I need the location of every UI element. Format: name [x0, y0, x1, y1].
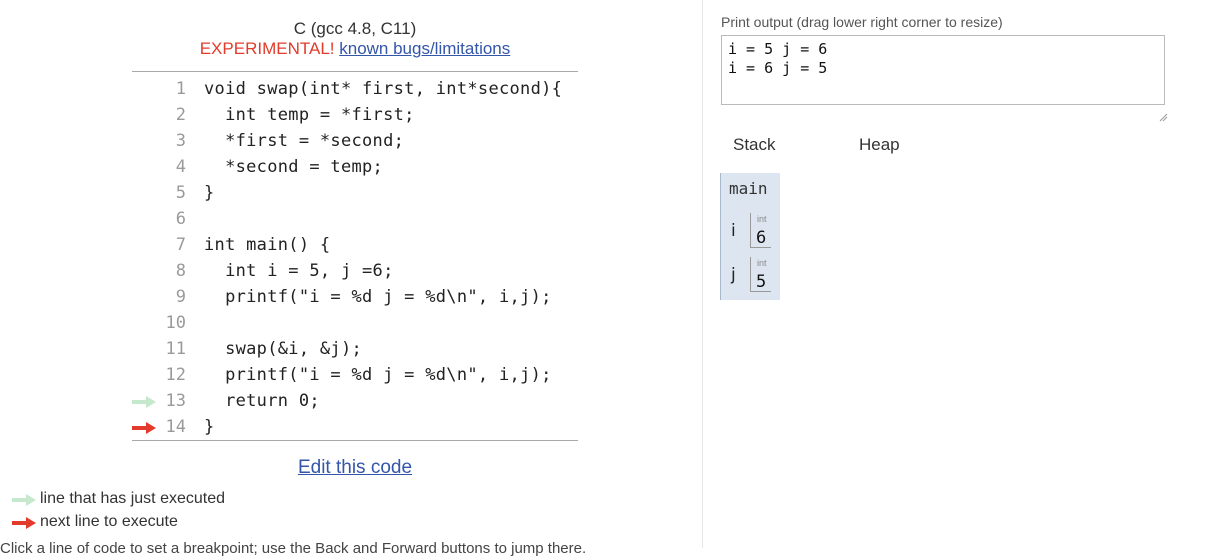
- green-arrow-icon: [12, 494, 36, 506]
- line-number: 13: [165, 391, 186, 411]
- code-text: int temp = *first;: [204, 105, 415, 125]
- code-text: int main() {: [204, 235, 331, 255]
- code-text: *first = *second;: [204, 131, 405, 151]
- line-number: 11: [165, 339, 186, 359]
- frame-name: main: [729, 179, 768, 198]
- code-line[interactable]: 5 }: [132, 180, 578, 206]
- line-number: 2: [175, 105, 186, 125]
- code-text: printf("i = %d j = %d\n", i,j);: [204, 365, 552, 385]
- var-type: int: [757, 214, 767, 224]
- legend-executed-label: line that has just executed: [40, 490, 226, 507]
- resize-grip-icon[interactable]: [1158, 112, 1168, 122]
- experimental-label: EXPERIMENTAL!: [199, 39, 335, 58]
- red-arrow-icon: [12, 517, 36, 529]
- code-line[interactable]: 2 int temp = *first;: [132, 102, 578, 128]
- code-line[interactable]: 9 printf("i = %d j = %d\n", i,j);: [132, 284, 578, 310]
- var-name: i: [731, 221, 736, 241]
- code-text: }: [204, 183, 215, 203]
- code-line[interactable]: 4 *second = temp;: [132, 154, 578, 180]
- line-number: 4: [175, 157, 186, 177]
- code-line[interactable]: 12 printf("i = %d j = %d\n", i,j);: [132, 362, 578, 388]
- code-line[interactable]: 7 int main() {: [132, 232, 578, 258]
- code-line-next[interactable]: 14 }: [132, 414, 578, 440]
- heap-header: Heap: [859, 135, 900, 154]
- line-number: 12: [165, 365, 186, 385]
- edit-code-link[interactable]: Edit this code: [132, 457, 578, 479]
- code-text: return 0;: [204, 391, 320, 411]
- line-number: 6: [175, 209, 186, 229]
- line-number: 1: [175, 79, 186, 99]
- code-line[interactable]: 1 void swap(int* first, int*second){: [132, 76, 578, 102]
- pane-divider: [702, 0, 703, 548]
- code-line[interactable]: 11 swap(&i, &j);: [132, 336, 578, 362]
- line-number: 7: [175, 235, 186, 255]
- var-value: 6: [756, 228, 767, 248]
- stack-header: Stack: [733, 135, 776, 154]
- line-number: 14: [165, 417, 186, 437]
- code-listing: 1 void swap(int* first, int*second){ 2 i…: [132, 71, 578, 441]
- code-line-just-executed[interactable]: 13 return 0;: [132, 388, 578, 414]
- var-value-box: int 6: [750, 213, 771, 248]
- print-output-box[interactable]: i = 5 j = 6 i = 6 j = 5: [721, 35, 1165, 105]
- line-number: 8: [175, 261, 186, 281]
- var-name: j: [731, 265, 736, 285]
- experimental-notice: EXPERIMENTAL! known bugs/limitations: [132, 39, 578, 59]
- code-line[interactable]: 10: [132, 310, 578, 336]
- code-text: }: [204, 417, 215, 437]
- code-line[interactable]: 6: [132, 206, 578, 232]
- line-number: 5: [175, 183, 186, 203]
- var-type: int: [757, 258, 767, 268]
- code-text: swap(&i, &j);: [204, 339, 363, 359]
- stack-frame-main: main i int 6 j int 5: [720, 173, 780, 300]
- code-text: printf("i = %d j = %d\n", i,j);: [204, 287, 552, 307]
- legend-next-label: next line to execute: [40, 513, 178, 530]
- breakpoint-hint: Click a line of code to set a breakpoint…: [0, 540, 587, 557]
- var-value-box: int 5: [750, 257, 771, 292]
- known-bugs-link[interactable]: known bugs/limitations: [339, 39, 510, 58]
- code-pane: C (gcc 4.8, C11) EXPERIMENTAL! known bug…: [0, 0, 702, 557]
- line-number: 3: [175, 131, 186, 151]
- code-line[interactable]: 3 *first = *second;: [132, 128, 578, 154]
- code-text: void swap(int* first, int*second){: [204, 79, 563, 99]
- line-number: 10: [165, 313, 186, 333]
- code-text: int i = 5, j =6;: [204, 261, 394, 281]
- code-line[interactable]: 8 int i = 5, j =6;: [132, 258, 578, 284]
- code-text: *second = temp;: [204, 157, 384, 177]
- var-value: 5: [756, 272, 767, 292]
- line-number: 9: [175, 287, 186, 307]
- language-title: C (gcc 4.8, C11): [293, 19, 417, 38]
- print-output-label: Print output (drag lower right corner to…: [721, 14, 1003, 30]
